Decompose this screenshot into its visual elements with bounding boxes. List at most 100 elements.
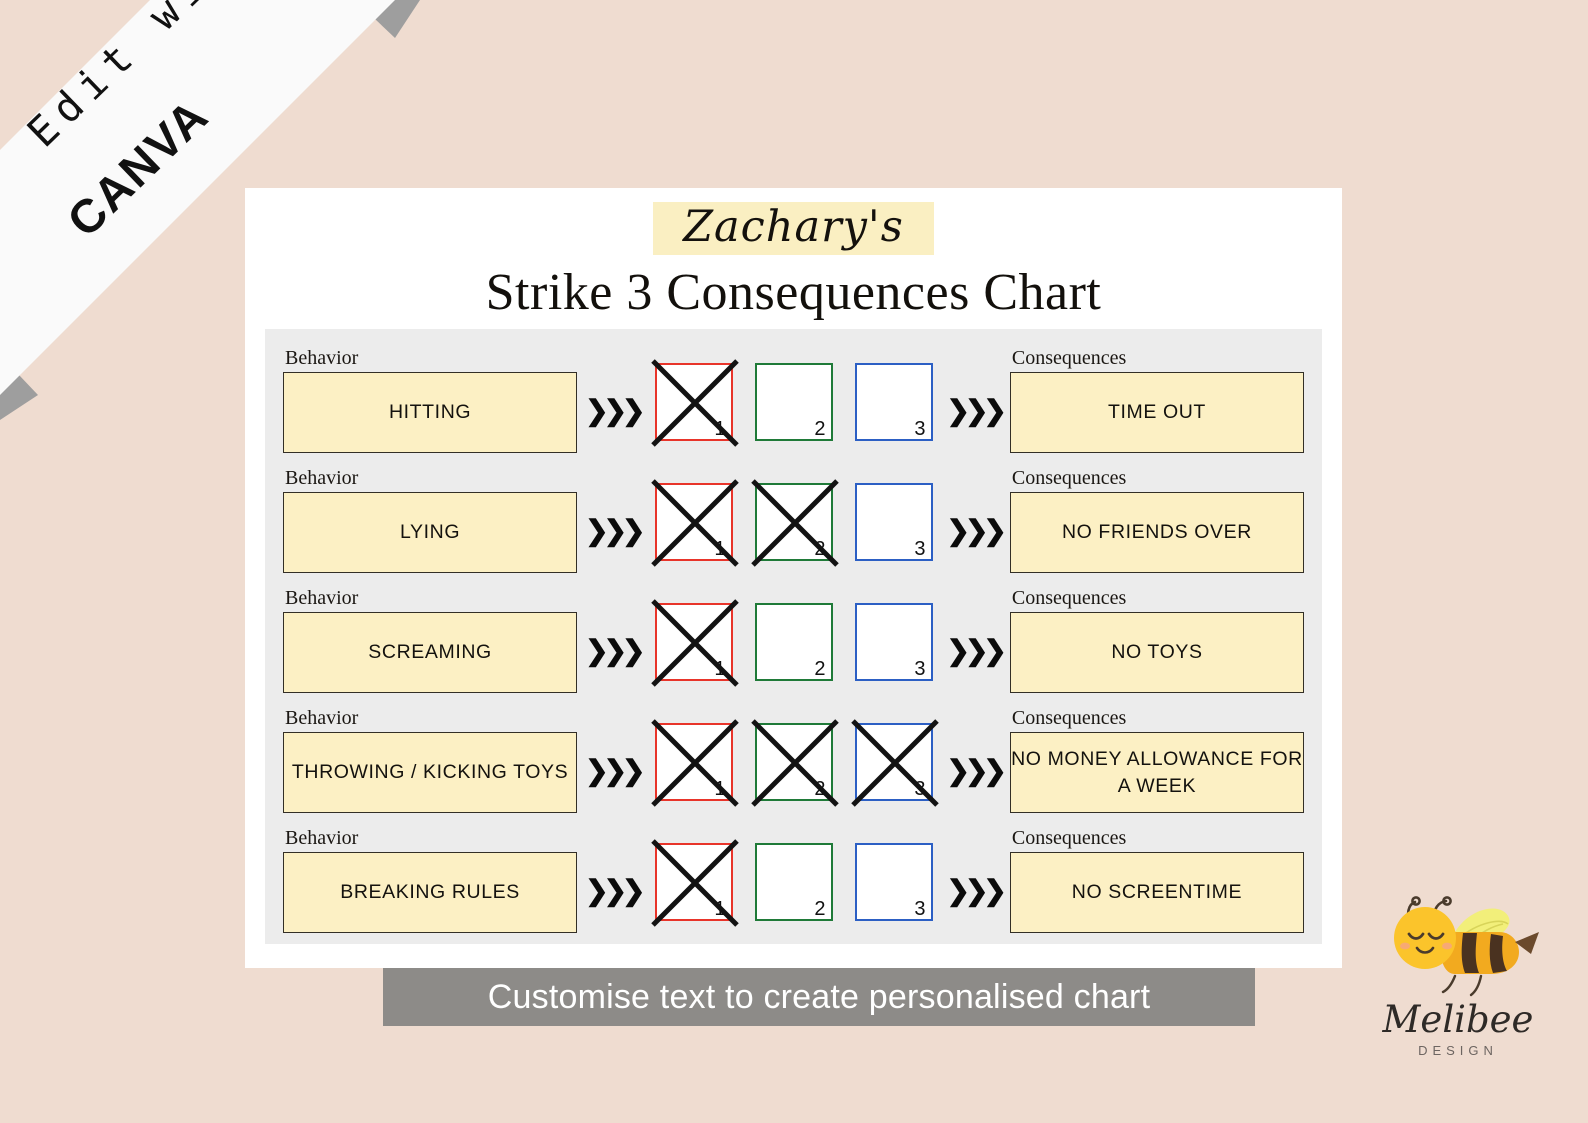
strike-x-icon [650,839,739,927]
strike-box-2[interactable]: 2 [754,603,833,681]
child-name-highlight: Zachary's [653,202,934,255]
consequences-label: Consequences [1011,347,1127,369]
child-name: Zachary's [683,202,904,252]
strike-x-icon [750,719,839,807]
strike-box-2[interactable]: 2 [754,843,833,921]
strike-number: 2 [814,418,826,440]
strike-x-icon [650,599,739,687]
strike-boxes: 1 2 3 [649,719,939,807]
strike-x-icon [750,479,839,567]
ribbon-shadow-left [0,355,38,420]
behavior-value[interactable]: HITTING [283,372,578,453]
strike-number: 3 [914,538,926,560]
behavior-value[interactable]: SCREAMING [283,612,578,693]
behavior-label: Behavior [285,587,359,609]
ribbon-shadow-top [355,0,420,38]
behavior-column: Behavior HITTING [283,347,578,453]
ribbon-edit-text: Edit with [18,0,270,157]
logo-subtitle: DESIGN [1418,1043,1498,1058]
strike-number: 2 [814,538,826,560]
rows-panel: Behavior HITTING ❯❯❯ 1 2 3 ❯❯❯ Consequen… [265,329,1322,944]
strike-box-1[interactable]: 1 [650,359,739,447]
strike-box-3[interactable]: 3 [854,603,933,681]
behavior-label: Behavior [285,827,359,849]
behavior-value[interactable]: LYING [283,492,578,573]
strike-box-2[interactable]: 2 [754,363,833,441]
behavior-column: Behavior LYING [283,467,578,573]
strike-box-3[interactable]: 3 [854,363,933,441]
ribbon-canva-text: CANVA [56,88,219,247]
strike-box-1[interactable]: 1 [650,839,739,927]
strike-number: 3 [914,658,926,680]
strike-number: 2 [814,898,826,920]
arrow-to-strikes-icon: ❯❯❯ [585,635,645,666]
consequence-column: Consequences TIME OUT [1009,347,1304,453]
strike-boxes: 1 2 3 [649,359,939,447]
strike-box-3[interactable]: 3 [854,483,933,561]
behavior-label: Behavior [285,707,359,729]
behavior-value[interactable]: THROWING / KICKING TOYS [283,732,578,813]
arrow-to-consequence-icon: ❯❯❯ [946,515,1007,546]
arrow-to-strikes-icon: ❯❯❯ [585,875,645,906]
strike-number: 3 [914,898,926,920]
consequences-label: Consequences [1011,707,1127,729]
arrow-to-strikes-icon: ❯❯❯ [585,395,645,426]
strike-number: 1 [714,778,726,800]
strike-box-1[interactable]: 1 [650,599,739,687]
logo-name: Melibee [1382,998,1534,1041]
strike-number: 3 [914,418,926,440]
behavior-column: Behavior SCREAMING [283,587,578,693]
chart-row: Behavior HITTING ❯❯❯ 1 2 3 ❯❯❯ Consequen… [283,343,1304,453]
consequence-value[interactable]: NO MONEY ALLOWANCE FOR A WEEK [1009,732,1304,813]
chart-row: Behavior THROWING / KICKING TOYS ❯❯❯ 1 2… [283,703,1304,813]
strike-number: 1 [714,898,726,920]
arrow-to-consequence-icon: ❯❯❯ [946,395,1007,426]
consequence-value[interactable]: NO TOYS [1009,612,1304,693]
strike-boxes: 1 2 3 [649,839,939,927]
strike-box-2[interactable]: 2 [750,479,839,567]
strike-x-icon [650,719,739,807]
strike-box-3[interactable]: 3 [850,719,939,807]
consequence-column: Consequences NO TOYS [1009,587,1304,693]
consequences-label: Consequences [1011,587,1127,609]
consequence-column: Consequences NO MONEY ALLOWANCE FOR A WE… [1009,707,1304,813]
strike-number: 2 [814,658,826,680]
behavior-column: Behavior BREAKING RULES [283,827,578,933]
strike-x-icon [650,359,739,447]
consequence-column: Consequences NO FRIENDS OVER [1009,467,1304,573]
strike-x-icon [650,479,739,567]
strike-box-3[interactable]: 3 [854,843,933,921]
consequences-label: Consequences [1011,467,1127,489]
chart-row: Behavior SCREAMING ❯❯❯ 1 2 3 ❯❯❯ Consequ… [283,583,1304,693]
strike-boxes: 1 2 3 [649,599,939,687]
title-block: Zachary's Strike 3 Consequences Chart [245,202,1342,322]
consequence-value[interactable]: TIME OUT [1009,372,1304,453]
arrow-to-strikes-icon: ❯❯❯ [585,515,645,546]
chart-row: Behavior LYING ❯❯❯ 1 2 3 ❯❯❯ Consequence… [283,463,1304,573]
behavior-label: Behavior [285,347,359,369]
arrow-to-consequence-icon: ❯❯❯ [946,875,1007,906]
chart-row: Behavior BREAKING RULES ❯❯❯ 1 2 3 ❯❯❯ Co… [283,823,1304,933]
strike-number: 1 [714,658,726,680]
arrow-to-consequence-icon: ❯❯❯ [946,635,1007,666]
brand-logo: Melibee DESIGN [1358,892,1558,1058]
behavior-value[interactable]: BREAKING RULES [283,852,578,933]
consequences-label: Consequences [1011,827,1127,849]
arrow-to-consequence-icon: ❯❯❯ [946,755,1007,786]
customise-banner-text: Customise text to create personalised ch… [487,977,1151,1016]
behavior-column: Behavior THROWING / KICKING TOYS [283,707,578,813]
strike-box-2[interactable]: 2 [750,719,839,807]
customise-banner: Customise text to create personalised ch… [383,968,1255,1026]
strike-box-1[interactable]: 1 [650,719,739,807]
consequence-value[interactable]: NO FRIENDS OVER [1009,492,1304,573]
strike-number: 1 [714,538,726,560]
strike-boxes: 1 2 3 [649,479,939,567]
consequence-column: Consequences NO SCREENTIME [1009,827,1304,933]
bee-icon [1394,896,1539,997]
behavior-label: Behavior [285,467,359,489]
strike-number: 2 [814,778,826,800]
strike-x-icon [850,719,939,807]
strike-box-1[interactable]: 1 [650,479,739,567]
strike-number: 1 [714,418,726,440]
consequence-value[interactable]: NO SCREENTIME [1009,852,1304,933]
